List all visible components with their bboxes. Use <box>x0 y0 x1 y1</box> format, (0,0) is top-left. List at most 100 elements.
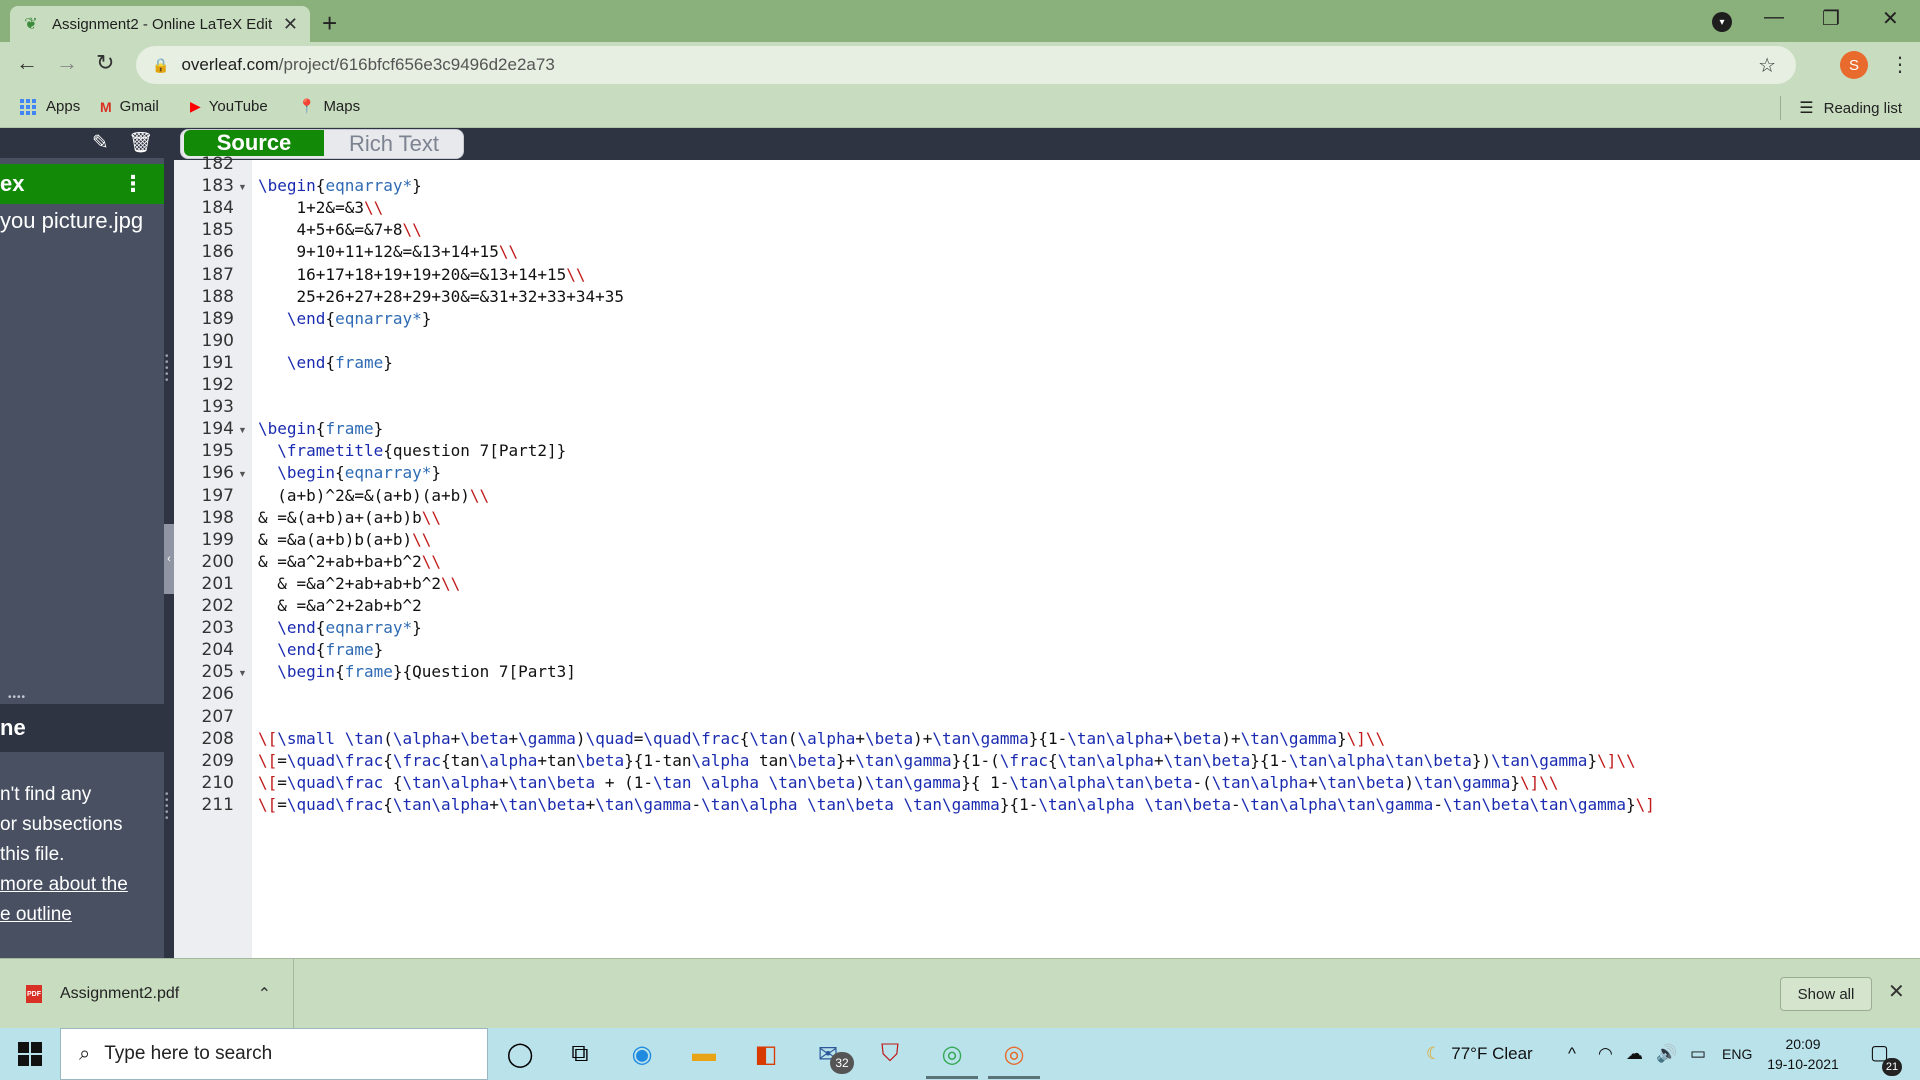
maximize-icon[interactable]: ❐ <box>1822 6 1840 31</box>
downloads-bar: PDF Assignment2.pdf ⌃ Show all ✕ <box>0 958 1920 1029</box>
code-token: - <box>691 794 702 814</box>
code-line-text: \begin{frame} <box>258 419 383 438</box>
bookmark-label: Apps <box>46 98 81 115</box>
forward-arrow-icon[interactable]: → <box>56 50 78 76</box>
show-all-button[interactable]: Show all <box>1780 977 1872 1011</box>
chrome-profile-icon[interactable]: ◎ <box>996 1036 1032 1072</box>
battery-icon[interactable]: ▭ <box>1690 1028 1706 1080</box>
browser-tab[interactable]: ❦ Assignment2 - Online LaTeX Edito ✕ <box>10 6 310 42</box>
code-token: \gamma <box>1529 750 1588 770</box>
code-token: \frac <box>335 772 384 792</box>
outline-resize-handle[interactable]: •••• <box>0 692 164 703</box>
language-indicator[interactable]: ENG <box>1722 1028 1752 1080</box>
outline-empty-message: n't find any or subsections this file. m… <box>0 780 128 930</box>
onedrive-cloud-icon[interactable]: ☁ <box>1626 1028 1643 1080</box>
line-number: 185 <box>201 220 234 241</box>
bookmark-gmail[interactable]: M Gmail <box>100 98 159 115</box>
code-token: 4+5+6&=&7+8 <box>258 220 403 240</box>
close-downloads-icon[interactable]: ✕ <box>1888 979 1905 1004</box>
code-token: \alpha <box>1327 750 1386 770</box>
file-menu-icon[interactable]: ⋮ <box>122 171 144 197</box>
panel-splitter[interactable]: • • • • • ‹ • • • • • <box>164 128 174 958</box>
collapse-panel-icon[interactable]: ‹ <box>164 524 174 594</box>
file-tree-item-active[interactable]: ex ⋮ <box>0 164 164 204</box>
new-tab-icon[interactable]: + <box>322 8 337 39</box>
rich-text-mode-button[interactable]: Rich Text <box>327 130 461 158</box>
code-token: \alpha <box>392 728 451 748</box>
code-token: \alpha <box>1096 750 1154 770</box>
edge-icon[interactable]: ◉ <box>624 1036 660 1072</box>
cortana-icon[interactable]: ◯ <box>502 1036 538 1072</box>
code-token: \tan <box>1057 750 1097 770</box>
office-icon[interactable]: ◧ <box>748 1036 784 1072</box>
reload-icon[interactable]: ↻ <box>96 50 114 76</box>
fold-toggle-icon[interactable]: ▼ <box>238 425 247 435</box>
line-number: 200 <box>201 551 234 572</box>
line-number: 192 <box>201 375 234 395</box>
mcafee-icon[interactable]: ⛉ <box>872 1036 908 1072</box>
code-token: } <box>383 352 393 372</box>
code-token: \\ <box>566 264 586 284</box>
task-view-icon[interactable]: ⧉ <box>562 1036 598 1072</box>
minimize-icon[interactable]: — <box>1764 6 1784 29</box>
windows-start-icon[interactable] <box>18 1042 42 1066</box>
fold-toggle-icon[interactable]: ▼ <box>238 182 247 192</box>
bookmark-apps[interactable]: Apps <box>20 98 80 115</box>
wifi-icon[interactable]: ◠ <box>1598 1028 1613 1080</box>
outline-header[interactable]: ne <box>0 704 164 752</box>
code-line-text: \begin{eqnarray*} <box>258 463 441 482</box>
delete-trash-icon[interactable]: 🗑 <box>128 130 153 155</box>
back-arrow-icon[interactable]: ← <box>16 50 38 76</box>
code-token: { <box>315 640 326 660</box>
code-token: \alpha <box>1250 772 1309 792</box>
rename-pencil-icon[interactable]: ✎ <box>92 130 109 155</box>
chevron-up-icon[interactable]: ⌃ <box>258 984 271 1004</box>
bookmark-maps[interactable]: 📍 Maps <box>298 98 360 115</box>
code-token: } <box>1587 750 1598 770</box>
file-explorer-icon[interactable]: ▬ <box>686 1036 722 1072</box>
reading-list-button[interactable]: ☰ Reading list <box>1799 98 1902 118</box>
taskbar-clock[interactable]: 20:09 19-10-2021 <box>1758 1034 1848 1074</box>
code-token: } <box>373 419 384 439</box>
code-token: \alpha <box>691 750 750 770</box>
code-token: }{1- <box>1028 728 1068 748</box>
bookmark-youtube[interactable]: ▶ YouTube <box>190 98 268 115</box>
download-item[interactable]: PDF Assignment2.pdf ⌃ <box>0 959 294 1029</box>
address-bar[interactable]: 🔒 overleaf.com/project/616bfcf656e3c9496… <box>136 46 1796 84</box>
chrome-menu-icon[interactable]: ⋮ <box>1890 52 1910 77</box>
volume-icon[interactable]: 🔊 <box>1656 1028 1677 1080</box>
code-token: \alpha <box>701 772 759 792</box>
code-editor[interactable]: \begin{eqnarray*} 1+2&=&3\\ 4+5+6&=&7+8\… <box>252 160 1920 958</box>
code-token: \quad <box>585 728 634 748</box>
code-line-text: \[=\quad\frac{\tan\alpha+\tan\beta+\tan\… <box>258 795 1655 814</box>
code-token: + <box>508 728 519 748</box>
bookmark-star-icon[interactable]: ☆ <box>1758 53 1776 78</box>
close-window-icon[interactable]: ✕ <box>1882 6 1899 31</box>
code-token: \]\\ <box>1346 728 1386 748</box>
taskbar-search-box[interactable]: ⌕ Type here to search <box>60 1028 488 1080</box>
code-token: }{1-( <box>951 750 1000 770</box>
outline-help-link[interactable]: more about the <box>0 870 128 900</box>
fold-toggle-icon[interactable]: ▼ <box>238 469 247 479</box>
chevron-up-icon[interactable]: ^ <box>1568 1028 1576 1080</box>
code-token: \end <box>286 352 326 372</box>
code-token: { <box>315 419 326 439</box>
weather-widget[interactable]: ☾ 77°F Clear <box>1426 1028 1533 1080</box>
code-token: { <box>1047 750 1058 770</box>
line-number: 208 <box>201 728 234 749</box>
chrome-icon[interactable]: ◎ <box>934 1036 970 1072</box>
outline-help-link[interactable]: e outline <box>0 900 128 930</box>
reading-list-icon: ☰ <box>1799 100 1814 117</box>
code-line[interactable]: \[=\quad\frac{\tan\alpha+\tan\beta+\tan\… <box>252 793 1920 820</box>
close-tab-icon[interactable]: ✕ <box>283 14 298 35</box>
profile-avatar[interactable]: S <box>1840 51 1868 79</box>
file-tree-item[interactable]: you picture.jpg <box>0 208 143 234</box>
tab-search-icon[interactable]: ▾ <box>1712 12 1732 32</box>
apps-grid-icon <box>20 98 36 115</box>
fold-toggle-icon[interactable]: ▼ <box>238 668 247 678</box>
code-token: }{1- <box>999 794 1039 814</box>
source-mode-button[interactable]: Source <box>184 130 324 156</box>
file-name: you picture.jpg <box>0 208 144 233</box>
